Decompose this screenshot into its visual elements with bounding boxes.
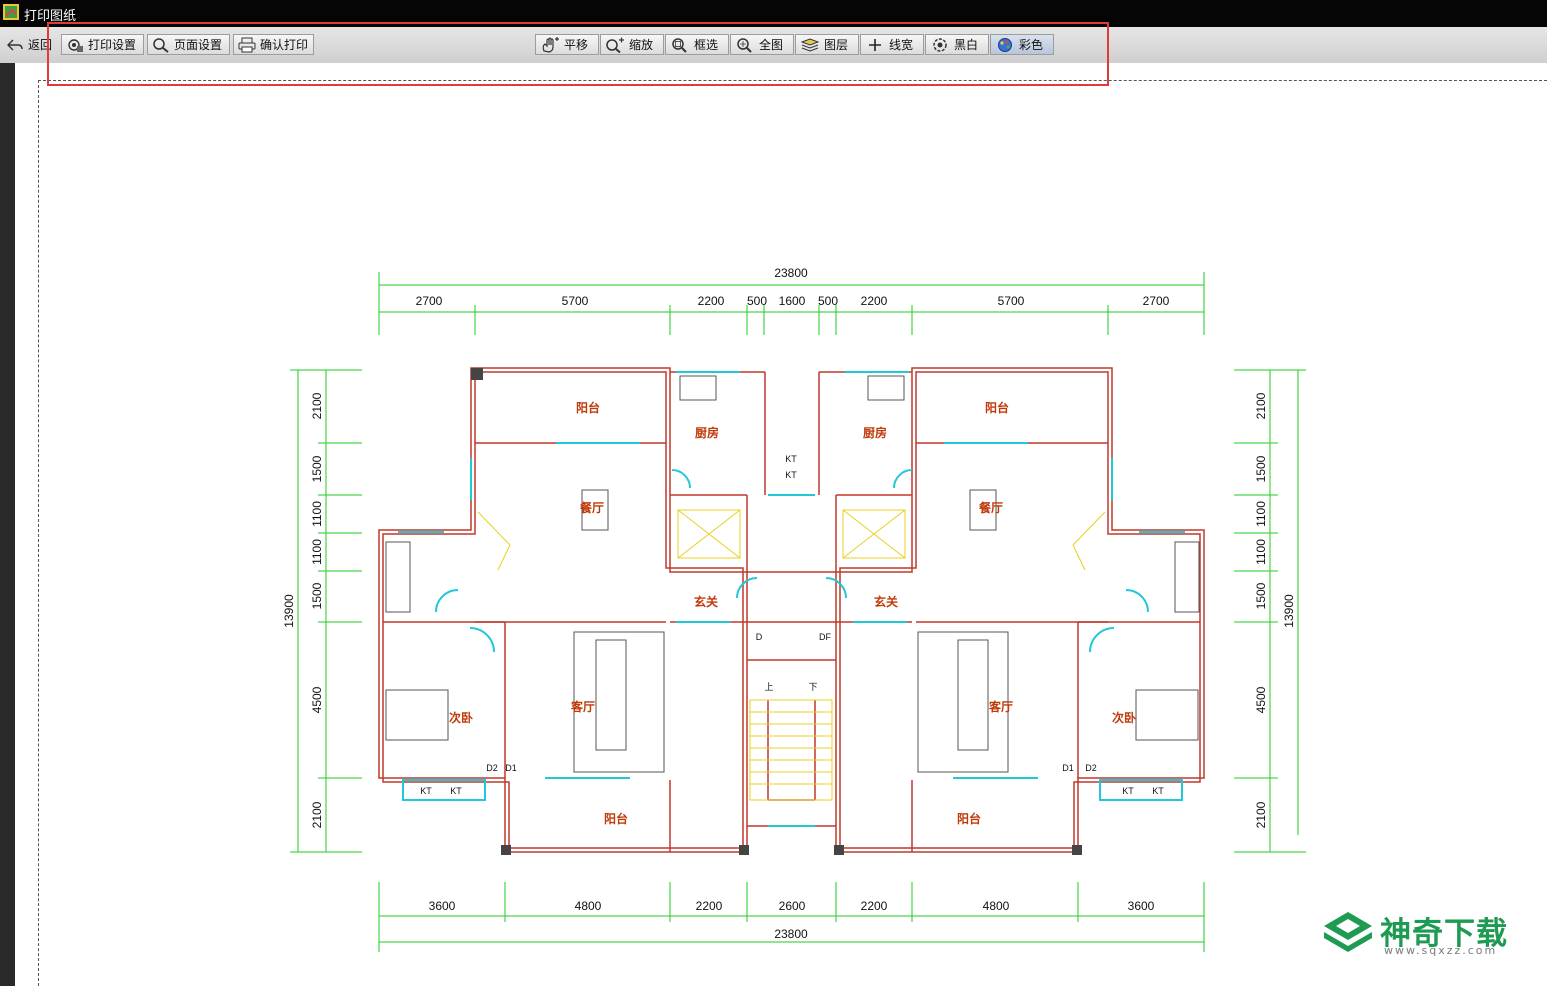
dim-right: 2100 (1254, 801, 1268, 828)
tag-down: 下 (808, 682, 817, 692)
tag-d1: D1 (1062, 763, 1074, 773)
dim-top: 5700 (562, 294, 589, 308)
dim-overall-height-right: 13900 (1282, 594, 1296, 628)
tag-kt: KT (420, 786, 432, 796)
tag-kt: KT (1122, 786, 1134, 796)
room-label-balcony: 阳台 (957, 811, 981, 826)
dim-overall-width-bottom: 23800 (774, 927, 808, 941)
columns (471, 368, 1082, 855)
room-label-balcony: 阳台 (576, 400, 600, 415)
bottom-dimension-lines (378, 882, 1205, 952)
dim-left: 1500 (310, 582, 324, 609)
room-label-living: 客厅 (988, 699, 1013, 714)
room-label-balcony: 阳台 (985, 400, 1009, 415)
elevator-shafts (477, 509, 1106, 801)
room-label-bedroom2: 次卧 (449, 710, 473, 725)
dim-right: 1100 (1254, 501, 1268, 527)
tag-kt: KT (785, 454, 797, 464)
dim-top: 2200 (698, 294, 725, 308)
room-label-foyer: 玄关 (694, 594, 718, 609)
tag-d2: D2 (1085, 763, 1097, 773)
room-label-dining: 餐厅 (580, 500, 604, 515)
watermark: 神奇下载 www.sqxzz.com (1322, 906, 1532, 962)
tag-kt: KT (785, 470, 797, 480)
dim-bottom: 3600 (429, 899, 456, 913)
room-label-dining: 餐厅 (979, 500, 1003, 515)
watermark-logo-icon (1324, 912, 1372, 952)
tag-kt: KT (1152, 786, 1164, 796)
windows (398, 371, 1185, 827)
room-label-foyer: 玄关 (874, 594, 898, 609)
dim-left: 2100 (310, 392, 324, 419)
dim-top: 1600 (779, 294, 806, 308)
dim-bottom: 2200 (861, 899, 888, 913)
dim-top: 2200 (861, 294, 888, 308)
dim-left: 4500 (310, 686, 324, 713)
floor-plan-walls (378, 367, 1205, 853)
dim-bottom: 3600 (1128, 899, 1155, 913)
dim-left: 1100 (310, 501, 324, 527)
room-label-kitchen: 厨房 (863, 425, 887, 440)
dim-left: 2100 (310, 801, 324, 828)
room-label-bedroom2: 次卧 (1112, 710, 1136, 725)
dim-top: 5700 (998, 294, 1025, 308)
watermark-url: www.sqxzz.com (1384, 944, 1498, 957)
dim-top: 2700 (416, 294, 443, 308)
tag-d2: D2 (486, 763, 498, 773)
dim-overall-width-top: 23800 (774, 266, 808, 280)
dim-top: 2700 (1143, 294, 1170, 308)
dim-right: 1500 (1254, 455, 1268, 482)
dim-left: 1500 (310, 455, 324, 482)
dim-right: 1100 (1254, 539, 1268, 565)
furniture (385, 375, 1200, 773)
dim-top: 500 (747, 294, 767, 308)
tag-d: D (756, 632, 763, 642)
tag-df: DF (819, 632, 831, 642)
floor-plan-drawing[interactable]: 23800 2700 5700 2200 500 1600 500 2200 5… (0, 0, 1547, 986)
room-label-living: 客厅 (570, 699, 595, 714)
tag-up: 上 (764, 682, 773, 692)
tag-d1: D1 (505, 763, 517, 773)
dim-top: 500 (818, 294, 838, 308)
dim-right: 1500 (1254, 582, 1268, 609)
dim-right: 2100 (1254, 392, 1268, 419)
dim-right: 4500 (1254, 686, 1268, 713)
tag-kt: KT (450, 786, 462, 796)
dim-overall-height-left: 13900 (282, 594, 296, 628)
left-dimension-lines (290, 369, 362, 853)
room-label-kitchen: 厨房 (695, 425, 719, 440)
dim-bottom: 4800 (983, 899, 1010, 913)
dim-left: 1100 (310, 539, 324, 565)
dim-bottom: 4800 (575, 899, 602, 913)
dim-bottom: 2200 (696, 899, 723, 913)
room-label-balcony: 阳台 (604, 811, 628, 826)
dim-bottom: 2600 (779, 899, 806, 913)
